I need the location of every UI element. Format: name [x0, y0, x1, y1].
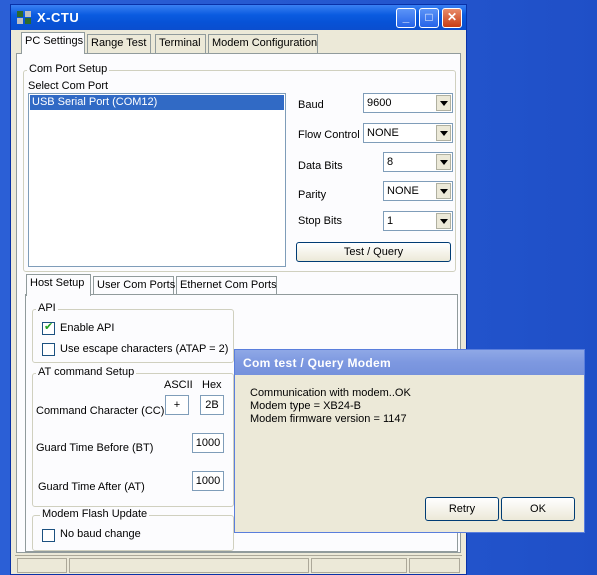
chevron-down-icon[interactable] — [436, 95, 451, 111]
baud-label: Baud — [298, 99, 324, 111]
command-char-label: Command Character (CC) — [36, 405, 165, 417]
escape-chars-label: Use escape characters (ATAP = 2) — [60, 343, 229, 355]
guard-before-label: Guard Time Before (BT) — [36, 442, 154, 454]
status-cell — [409, 558, 460, 573]
tab-user-com-ports[interactable]: User Com Ports — [93, 276, 175, 296]
ok-button[interactable]: OK — [501, 497, 575, 521]
guard-before-field[interactable]: 1000 — [192, 433, 224, 453]
dialog-title-bar[interactable]: Com test / Query Modem — [235, 350, 584, 375]
enable-api-label: Enable API — [60, 322, 115, 334]
tab-range-test[interactable]: Range Test — [87, 34, 151, 54]
window-title: X-CTU — [37, 10, 80, 25]
parity-label: Parity — [298, 189, 327, 201]
dialog-title: Com test / Query Modem — [243, 356, 391, 370]
data-bits-label: Data Bits — [298, 160, 343, 172]
at-command-label: AT command Setup — [36, 366, 137, 378]
parity-select[interactable]: NONE — [383, 181, 453, 201]
tab-pc-settings[interactable]: PC Settings — [21, 32, 85, 54]
data-bits-select[interactable]: 8 — [383, 152, 453, 172]
status-cell — [69, 558, 309, 573]
tab-terminal[interactable]: Terminal — [155, 34, 206, 54]
app-icon — [17, 11, 31, 24]
parity-value: NONE — [387, 185, 419, 197]
no-baud-change-checkbox[interactable] — [42, 529, 55, 542]
retry-button[interactable]: Retry — [425, 497, 499, 521]
stop-bits-value: 1 — [387, 215, 394, 227]
select-com-port-label: Select Com Port — [28, 80, 109, 92]
command-char-hex-field[interactable]: 2B — [200, 395, 224, 415]
guard-after-label: Guard Time After (AT) — [38, 481, 145, 493]
chevron-down-icon[interactable] — [436, 125, 451, 141]
test-query-button[interactable]: Test / Query — [296, 242, 451, 262]
status-cell — [311, 558, 407, 573]
minimize-icon[interactable]: _ — [396, 8, 416, 28]
tab-modem-configuration[interactable]: Modem Configuration — [208, 34, 318, 54]
com-test-dialog: Com test / Query Modem Communication wit… — [234, 349, 585, 533]
title-bar[interactable]: X-CTU _ □ ✕ — [11, 5, 466, 30]
command-char-ascii-field[interactable]: + — [165, 395, 189, 415]
tab-ethernet-com-ports[interactable]: Ethernet Com Ports — [176, 276, 277, 296]
dialog-message-line: Modem type = XB24-B — [250, 400, 361, 412]
ascii-header: ASCII — [164, 379, 193, 391]
no-baud-change-label: No baud change — [60, 528, 141, 540]
chevron-down-icon[interactable] — [436, 213, 451, 229]
com-port-list[interactable]: USB Serial Port (COM12) — [28, 93, 286, 267]
guard-after-field[interactable]: 1000 — [192, 471, 224, 491]
flow-control-value: NONE — [367, 127, 399, 139]
tab-host-setup[interactable]: Host Setup — [26, 274, 91, 296]
baud-value: 9600 — [367, 97, 392, 109]
api-label: API — [36, 302, 58, 314]
escape-chars-checkbox[interactable] — [42, 343, 55, 356]
hex-header: Hex — [202, 379, 222, 391]
dialog-message-line: Communication with modem..OK — [250, 387, 411, 399]
flow-control-label: Flow Control — [298, 129, 360, 141]
maximize-icon[interactable]: □ — [419, 8, 439, 28]
list-item[interactable]: USB Serial Port (COM12) — [30, 95, 284, 110]
close-icon[interactable]: ✕ — [442, 8, 462, 28]
status-cell — [17, 558, 67, 573]
flow-control-select[interactable]: NONE — [363, 123, 453, 143]
enable-api-checkbox[interactable] — [42, 320, 55, 335]
chevron-down-icon[interactable] — [436, 183, 451, 199]
dialog-message-line: Modem firmware version = 1147 — [250, 413, 407, 425]
com-port-setup-label: Com Port Setup — [27, 63, 110, 75]
chevron-down-icon[interactable] — [436, 154, 451, 170]
stop-bits-label: Stop Bits — [298, 215, 343, 227]
baud-select[interactable]: 9600 — [363, 93, 453, 113]
stop-bits-select[interactable]: 1 — [383, 211, 453, 231]
flash-update-label: Modem Flash Update — [40, 508, 150, 520]
data-bits-value: 8 — [387, 156, 394, 168]
status-bar — [15, 555, 462, 573]
